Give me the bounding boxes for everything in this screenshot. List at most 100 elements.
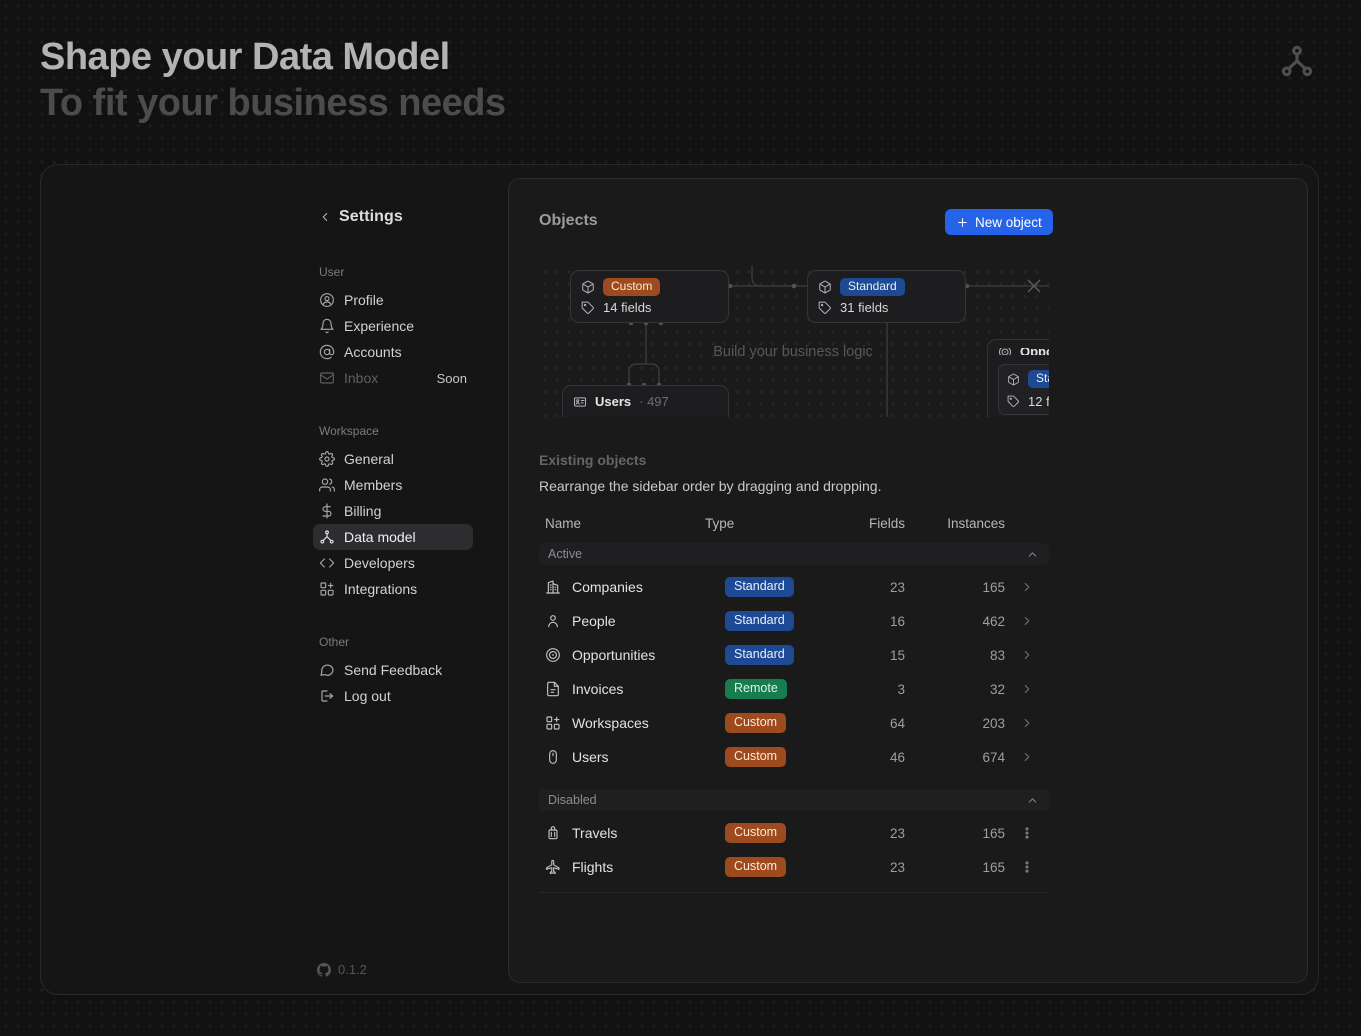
table-row-companies[interactable]: Companies Standard 23 165 [539,570,1049,604]
object-name: Travels [572,825,617,841]
grid-plus-icon [545,715,561,731]
canvas-card-standard[interactable]: Standard 31 fields [807,270,966,323]
sidebar-item-send-feedback[interactable]: Send Feedback [313,657,473,683]
new-object-label: New object [975,215,1042,230]
chevron-right-icon[interactable] [1020,682,1034,696]
object-name: Users [595,394,631,409]
column-name: Name [539,516,705,531]
type-badge: Standard [725,645,794,665]
table-row-users[interactable]: Users Custom 46 674 [539,740,1049,774]
fields-count: 23 [833,826,905,841]
sidebar-item-label: General [344,451,394,467]
object-name: Flights [572,859,613,875]
table-row-invoices[interactable]: Invoices Remote 3 32 [539,672,1049,706]
instances-count: 165 [905,826,1005,841]
chevron-up-icon[interactable] [1026,794,1039,807]
chevron-right-icon[interactable] [1020,750,1034,764]
version-text: 0.1.2 [338,962,367,977]
object-name: Workspaces [572,715,649,731]
canvas-card-opportunities[interactable]: Opportunities Standard 12 fields [987,339,1049,417]
group-header-disabled[interactable]: Disabled [539,789,1049,811]
tag-icon [581,301,595,315]
settings-back-button[interactable]: Settings [313,205,473,229]
fields-count: 23 [833,580,905,595]
sidebar-item-developers[interactable]: Developers [313,550,473,576]
chevron-right-icon[interactable] [1020,648,1034,662]
table-bottom-divider [539,892,1049,893]
data-model-icon [319,529,335,545]
fields-count: 3 [833,682,905,697]
sidebar-item-inbox: Inbox Soon [313,365,473,391]
panel-title: Objects [539,212,598,230]
mouse-icon [545,749,561,765]
fields-count: 15 [833,648,905,663]
table-header: Name Type Fields Instances [539,510,1049,536]
type-badge: Standard [840,278,905,296]
version-link[interactable]: 0.1.2 [317,962,367,977]
sidebar-item-accounts[interactable]: Accounts [313,339,473,365]
column-fields: Fields [833,516,905,531]
sidebar-item-label: Accounts [344,344,402,360]
table-row-people[interactable]: People Standard 16 462 [539,604,1049,638]
type-badge: Standard [725,611,794,631]
plus-icon [956,216,969,229]
type-badge: Custom [725,713,786,733]
sidebar-item-integrations[interactable]: Integrations [313,576,473,602]
object-name: Opportunities [1020,348,1049,355]
group-label: Active [548,547,582,561]
instances-count: 32 [905,682,1005,697]
kebab-menu-icon[interactable] [1020,826,1034,840]
fields-count: 46 [833,750,905,765]
type-badge: Standard [1028,370,1049,388]
instance-count: · 497 [639,394,669,409]
sidebar-item-label: Members [344,477,402,493]
hero-subtitle: To fit your business needs [40,80,506,126]
at-sign-icon [319,344,335,360]
chevron-right-icon[interactable] [1020,580,1034,594]
canvas-card-custom[interactable]: Custom 14 fields [570,270,729,323]
object-name: Opportunities [572,647,655,663]
fields-count: 64 [833,716,905,731]
bell-icon [319,318,335,334]
sidebar-item-label: Inbox [344,370,378,386]
group-header-active[interactable]: Active [539,543,1049,565]
table-row-workspaces[interactable]: Workspaces Custom 64 203 [539,706,1049,740]
chat-bubble-icon [319,662,335,678]
table-row-flights[interactable]: Flights Custom 23 165 [539,850,1049,884]
table-row-travels[interactable]: Travels Custom 23 165 [539,816,1049,850]
sidebar-item-general[interactable]: General [313,446,473,472]
fields-count: 23 [833,860,905,875]
plane-icon [545,859,561,875]
sidebar-item-label: Profile [344,292,384,308]
luggage-icon [545,825,561,841]
canvas-card-users[interactable]: Users · 497 [562,385,729,417]
chevron-right-icon[interactable] [1020,614,1034,628]
sidebar-item-data-model[interactable]: Data model [313,524,473,550]
data-model-canvas[interactable]: Build your business logic Custom 14 fiel… [539,266,1049,417]
chevron-right-icon[interactable] [1020,716,1034,730]
sidebar-item-experience[interactable]: Experience [313,313,473,339]
gear-icon [319,451,335,467]
kebab-menu-icon[interactable] [1020,860,1034,874]
instances-count: 165 [905,860,1005,875]
existing-objects-subheading: Rearrange the sidebar order by dragging … [539,478,881,494]
user-circle-icon [319,292,335,308]
column-type: Type [705,516,833,531]
chevron-up-icon[interactable] [1026,548,1039,561]
target-icon [545,647,561,663]
new-object-button[interactable]: New object [945,209,1053,235]
instances-count: 83 [905,648,1005,663]
settings-title: Settings [339,208,403,226]
target-icon [998,348,1012,355]
sidebar-item-log-out[interactable]: Log out [313,683,473,709]
instances-count: 203 [905,716,1005,731]
opportunities-subcard: Standard 12 fields [998,364,1049,415]
object-name: People [572,613,616,629]
sidebar-item-profile[interactable]: Profile [313,287,473,313]
settings-window: Settings User Profile Experience Account… [40,164,1319,995]
sidebar-item-members[interactable]: Members [313,472,473,498]
log-out-icon [319,688,335,704]
hero-heading: Shape your Data Model To fit your busine… [40,34,506,126]
table-row-opportunities[interactable]: Opportunities Standard 15 83 [539,638,1049,672]
sidebar-item-billing[interactable]: Billing [313,498,473,524]
